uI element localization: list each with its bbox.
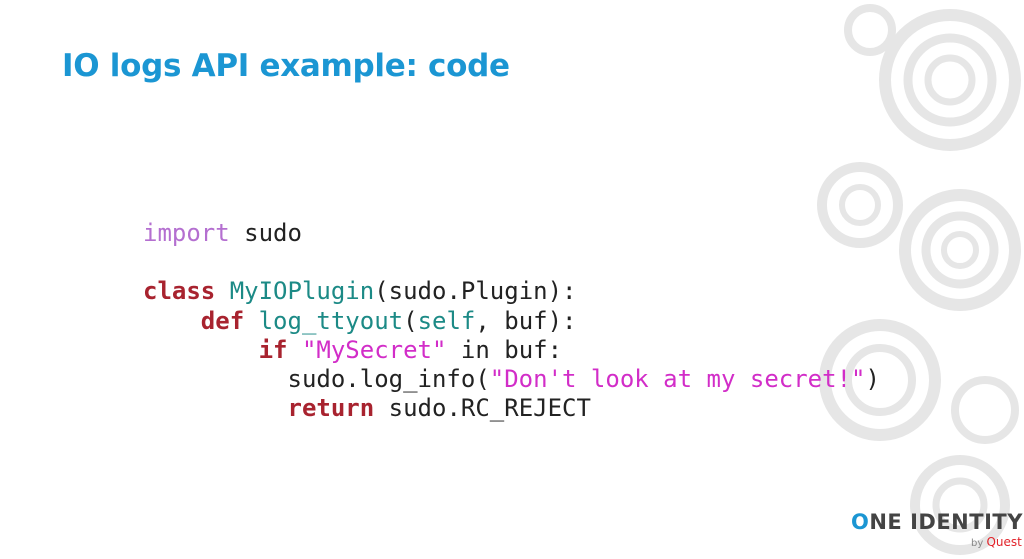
code-token: ) <box>865 364 880 393</box>
code-token: "Don't look at my secret!" <box>489 364 866 393</box>
code-token: class <box>143 277 216 306</box>
code-token: self <box>417 306 476 335</box>
code-token: def <box>200 306 245 335</box>
code-token: (sudo.Plugin): <box>374 277 577 306</box>
code-line: import sudo <box>143 219 880 248</box>
code-line: sudo.log_info("Don't look at my secret!"… <box>143 364 880 394</box>
logo-by: by <box>971 538 984 549</box>
code-token: MyIOPlugin <box>229 277 375 306</box>
code-block: import sudo class MyIOPlugin(sudo.Plugin)… <box>143 219 880 423</box>
code-token: sudo <box>229 219 302 247</box>
code-token: if <box>258 335 288 364</box>
code-token: sudo.log_info( <box>143 364 490 393</box>
code-token: sudo.RC_REJECT <box>374 394 591 423</box>
code-line: def log_ttyout(self, buf): <box>143 307 880 336</box>
code-token: import <box>143 219 230 247</box>
code-token: , buf): <box>475 306 577 335</box>
code-token: in buf: <box>446 335 563 364</box>
code-token: ( <box>403 306 418 335</box>
code-line: class MyIOPlugin(sudo.Plugin): <box>143 277 880 306</box>
code-token: log_ttyout <box>258 306 404 335</box>
logo-text: NE IDENTITY <box>869 510 1023 534</box>
code-token: "MySecret" <box>301 335 447 364</box>
code-token: return <box>287 394 375 423</box>
logo-quest: Quest <box>986 535 1022 549</box>
code-line: return sudo.RC_REJECT <box>143 394 880 423</box>
logo-o-mark: O <box>851 510 870 534</box>
slide-title: IO logs API example: code <box>62 48 510 84</box>
code-line: if "MySecret" in buf: <box>143 336 880 365</box>
one-identity-logo: ONE IDENTITY by Quest <box>851 510 1022 552</box>
